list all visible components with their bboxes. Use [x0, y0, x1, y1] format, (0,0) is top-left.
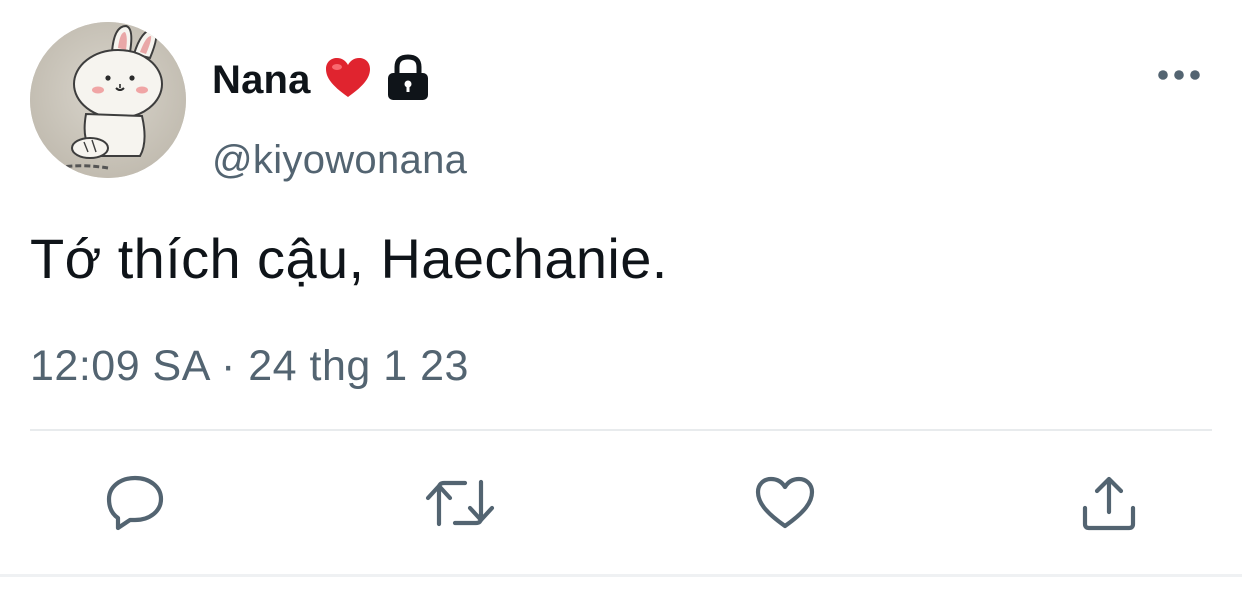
like-icon: [755, 476, 815, 529]
display-name[interactable]: Nana: [212, 58, 311, 103]
retweet-icon: [425, 479, 495, 527]
share-icon: [1082, 476, 1136, 531]
reply-icon: [106, 475, 164, 531]
heart-emoji: [325, 57, 371, 104]
author-handle[interactable]: @kiyowonana: [212, 138, 467, 183]
retweet-button[interactable]: [424, 470, 496, 536]
more-horizontal-icon: [1158, 70, 1200, 80]
lock-icon: [385, 53, 431, 107]
more-options-button[interactable]: [1152, 58, 1206, 92]
bottom-divider: [0, 574, 1242, 577]
share-button[interactable]: [1076, 470, 1142, 536]
like-button[interactable]: [752, 470, 818, 536]
avatar[interactable]: [30, 22, 186, 178]
author-name-row: Nana: [212, 52, 431, 108]
reply-button[interactable]: [102, 470, 168, 536]
divider: [30, 429, 1212, 431]
bunny-avatar-image: [30, 22, 186, 178]
tweet-text: Tớ thích cậu, Haechanie.: [30, 227, 668, 290]
tweet-timestamp[interactable]: 12:09 SA · 24 thg 1 23: [30, 342, 469, 391]
